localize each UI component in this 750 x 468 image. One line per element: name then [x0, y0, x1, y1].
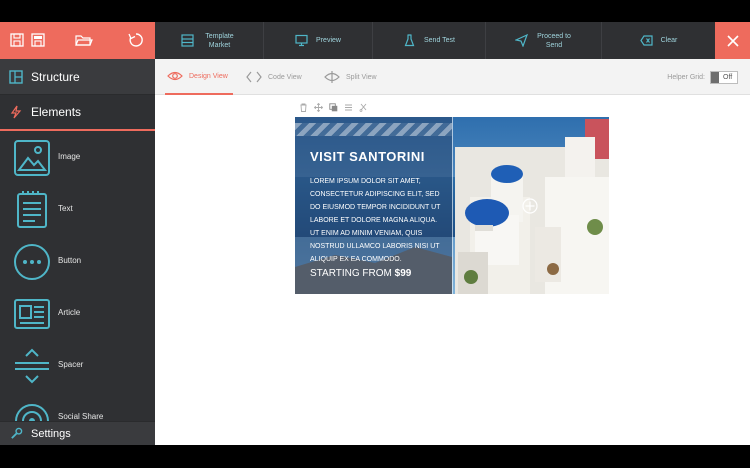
clear-label: Clear	[660, 37, 678, 44]
clear-icon	[639, 35, 653, 46]
trash-icon[interactable]	[299, 103, 308, 112]
column-divider	[452, 117, 453, 294]
undo-icon[interactable]	[128, 32, 144, 48]
banner-price[interactable]: STARTING FROM $99	[310, 268, 411, 279]
hero-banner-block[interactable]: VISIT SANTORINI LOREM IPSUM DOLOR SIT AM…	[295, 117, 609, 294]
element-social-share[interactable]: Social Share	[0, 393, 155, 421]
view-tabs: Design View Code View Split View Helper …	[155, 59, 750, 95]
structure-panel-toggle[interactable]: Structure	[0, 59, 155, 95]
block-toolbar	[299, 103, 368, 112]
helper-grid-state: Off	[723, 74, 733, 81]
price-value: $99	[394, 268, 412, 279]
open-folder-icon[interactable]	[75, 32, 93, 48]
structure-label: Structure	[31, 69, 80, 84]
code-icon	[246, 71, 262, 83]
element-article[interactable]: Article	[0, 289, 155, 341]
decorative-stripe	[295, 123, 452, 136]
helper-grid-control: Helper Grid: Off	[667, 71, 738, 84]
element-spacer[interactable]: Spacer	[0, 341, 155, 393]
cut-icon[interactable]	[359, 103, 368, 112]
add-content-icon[interactable]	[522, 198, 538, 214]
social-share-icon	[15, 404, 49, 421]
banner-title[interactable]: VISIT SANTORINI	[310, 149, 425, 164]
send-test-button[interactable]: Send Test	[373, 22, 486, 59]
banner-body-text[interactable]: LOREM IPSUM DOLOR SIT AMET, CONSECTETUR …	[310, 175, 445, 266]
helper-grid-label: Helper Grid:	[667, 74, 705, 81]
helper-grid-toggle[interactable]: Off	[710, 71, 738, 84]
elements-panel-toggle[interactable]: Elements	[0, 95, 155, 131]
eye-icon	[167, 71, 183, 81]
spacer-icon	[15, 348, 49, 384]
article-icon	[14, 299, 50, 329]
tab-code-view[interactable]: Code View	[246, 59, 302, 95]
element-image[interactable]: Image	[0, 133, 155, 185]
design-canvas[interactable]: VISIT SANTORINI LOREM IPSUM DOLOR SIT AM…	[155, 95, 750, 445]
code-view-label: Code View	[268, 73, 302, 81]
element-button[interactable]: Button	[0, 237, 155, 289]
tab-design-view[interactable]: Design View	[165, 59, 233, 95]
settings-lines-icon[interactable]	[344, 103, 353, 112]
file-actions-bar	[0, 22, 155, 59]
proceed-to-send-label: Proceed to Send	[537, 32, 571, 49]
settings-label: Settings	[31, 427, 71, 440]
element-label: Image	[58, 152, 81, 161]
wrench-icon	[11, 427, 23, 439]
proceed-to-send-button[interactable]: Proceed to Send	[486, 22, 602, 59]
template-market-button[interactable]: Template Market	[155, 22, 264, 59]
left-sidebar: Structure Elements Image Text Button Art…	[0, 22, 155, 445]
split-view-label: Split View	[346, 73, 377, 81]
lightning-icon	[10, 105, 22, 119]
design-view-label: Design View	[189, 72, 228, 80]
elements-list: Image Text Button Article Spacer Social …	[0, 131, 155, 421]
save-icon[interactable]	[9, 32, 25, 48]
structure-icon	[9, 69, 23, 84]
save-as-icon[interactable]	[30, 32, 46, 48]
preview-button[interactable]: Preview	[264, 22, 373, 59]
paper-plane-icon	[515, 34, 528, 47]
element-label: Article	[58, 308, 81, 317]
price-prefix: STARTING FROM	[310, 268, 392, 279]
monitor-icon	[295, 34, 308, 47]
move-icon[interactable]	[314, 103, 323, 112]
element-label: Social Share	[58, 412, 104, 421]
button-icon	[14, 244, 50, 280]
template-market-label: Template Market	[205, 32, 234, 49]
toggle-knob	[711, 72, 719, 83]
element-label: Text	[58, 204, 73, 213]
preview-label: Preview	[316, 37, 341, 44]
elements-label: Elements	[31, 105, 82, 119]
template-market-icon	[180, 34, 194, 47]
close-icon	[726, 34, 739, 47]
close-button[interactable]	[715, 22, 750, 59]
flask-icon	[404, 34, 415, 47]
element-label: Spacer	[58, 360, 84, 369]
send-test-label: Send Test	[423, 37, 455, 44]
tab-split-view[interactable]: Split View	[324, 59, 377, 95]
element-label: Button	[58, 256, 82, 265]
email-builder-window: Structure Elements Image Text Button Art…	[0, 22, 750, 445]
split-view-icon	[324, 71, 340, 83]
settings-panel-toggle[interactable]: Settings	[0, 421, 155, 445]
image-icon	[14, 140, 50, 176]
main-toolbar: Template Market Preview Send Test Procee…	[155, 22, 715, 59]
clear-button[interactable]: Clear	[602, 22, 715, 59]
duplicate-icon[interactable]	[329, 103, 338, 112]
text-icon	[17, 191, 47, 228]
element-text[interactable]: Text	[0, 185, 155, 237]
